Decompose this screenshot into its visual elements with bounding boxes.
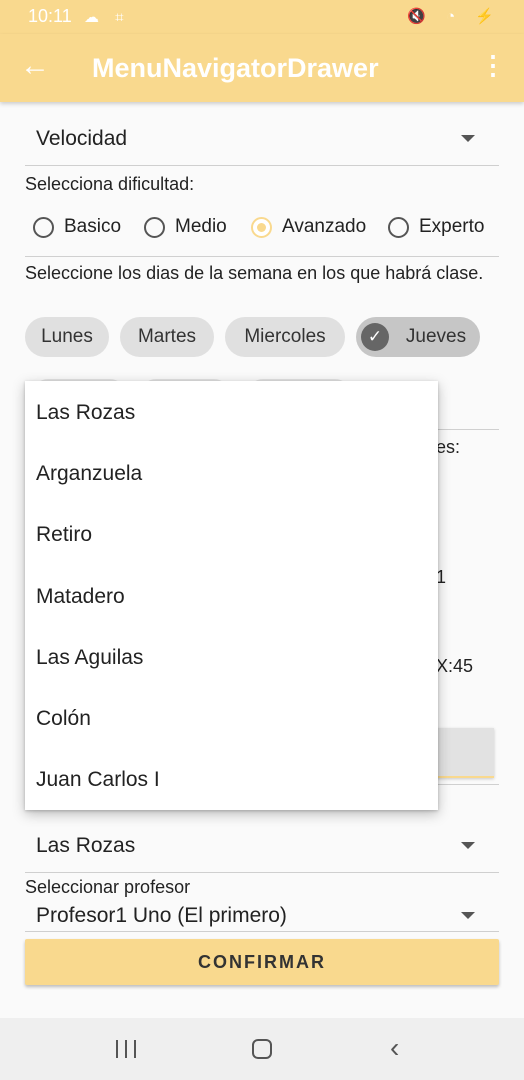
radio-circle-icon xyxy=(388,216,409,238)
radio-circle-icon xyxy=(144,216,165,238)
status-right-icons: 🔇 ◔ ⚡ xyxy=(407,8,502,25)
type-spinner-value: Velocidad xyxy=(36,127,128,150)
type-spinner[interactable]: Velocidad xyxy=(25,113,499,166)
dropdown-arrow-icon xyxy=(461,135,475,142)
dropdown-arrow-icon xyxy=(461,912,475,919)
dropdown-item[interactable]: Matadero xyxy=(36,585,125,609)
dropdown-item[interactable]: Juan Carlos I xyxy=(36,768,160,792)
dropdown-arrow-icon xyxy=(461,842,475,849)
radio-label: Basico xyxy=(64,216,122,237)
days-label: Seleccione los dias de la semana en los … xyxy=(25,263,484,283)
overflow-menu-icon[interactable]: ⋮ xyxy=(480,50,506,80)
radio-selected-icon xyxy=(251,216,272,238)
dropdown-item[interactable]: Retiro xyxy=(36,523,92,547)
checkmark-icon: ✓ xyxy=(361,323,389,351)
chip-martes[interactable]: Martes xyxy=(120,317,214,357)
location-dropdown-popup: Las Rozas Arganzuela Retiro Matadero Las… xyxy=(25,381,438,810)
dropdown-item[interactable]: Arganzuela xyxy=(36,462,142,486)
chip-jueves[interactable]: ✓ Jueves xyxy=(356,317,480,357)
difficulty-label: Selecciona dificultad: xyxy=(25,174,195,194)
dropdown-item[interactable]: Las Rozas xyxy=(36,401,135,425)
chip-label: Martes xyxy=(137,326,197,347)
radio-label: Avanzado xyxy=(282,216,367,237)
teacher-spinner-value: Profesor1 Uno (El primero) xyxy=(36,904,287,927)
radio-experto[interactable]: Experto xyxy=(388,214,484,240)
chip-label: Lunes xyxy=(41,326,93,347)
app-bar: ← MenuNavigatorDrawer ⋮ xyxy=(0,34,524,102)
home-icon[interactable] xyxy=(252,1039,272,1059)
divider xyxy=(436,429,499,430)
system-nav-bar: ‹ xyxy=(0,1018,524,1080)
divider xyxy=(25,256,499,257)
radio-label: Experto xyxy=(419,216,485,237)
app-title: MenuNavigatorDrawer xyxy=(92,53,379,83)
radio-circle-icon xyxy=(33,216,54,238)
location-spinner[interactable]: Las Rozas xyxy=(25,820,499,873)
peek-text: es: xyxy=(436,437,461,457)
peek-text: X:45 xyxy=(436,656,474,676)
radio-label: Medio xyxy=(175,216,227,237)
chip-label: Jueves xyxy=(405,326,467,347)
status-time: 10:11 xyxy=(28,6,72,26)
radio-basico[interactable]: Basico xyxy=(33,214,121,240)
location-spinner-value: Las Rozas xyxy=(36,834,136,857)
back-arrow-icon[interactable]: ← xyxy=(20,48,50,84)
status-bar: 10:11 ☁ ⌗ 🔇 ◔ ⚡ xyxy=(0,0,524,34)
radio-avanzado[interactable]: Avanzado xyxy=(251,214,366,240)
teacher-spinner[interactable]: Profesor1 Uno (El primero) xyxy=(25,894,499,932)
dropdown-item[interactable]: Las Aguilas xyxy=(36,646,143,670)
nav-back-icon[interactable]: ‹ xyxy=(390,1032,399,1064)
dropdown-item[interactable]: Colón xyxy=(36,707,91,731)
recents-icon[interactable] xyxy=(116,1040,136,1058)
confirm-button[interactable]: CONFIRMAR xyxy=(25,939,499,985)
status-left-icons: ☁ ⌗ xyxy=(84,9,130,26)
chip-label: Miercoles xyxy=(244,326,326,347)
chip-lunes[interactable]: Lunes xyxy=(25,317,109,357)
chip-miercoles[interactable]: Miercoles xyxy=(225,317,345,357)
radio-medio[interactable]: Medio xyxy=(144,214,227,240)
